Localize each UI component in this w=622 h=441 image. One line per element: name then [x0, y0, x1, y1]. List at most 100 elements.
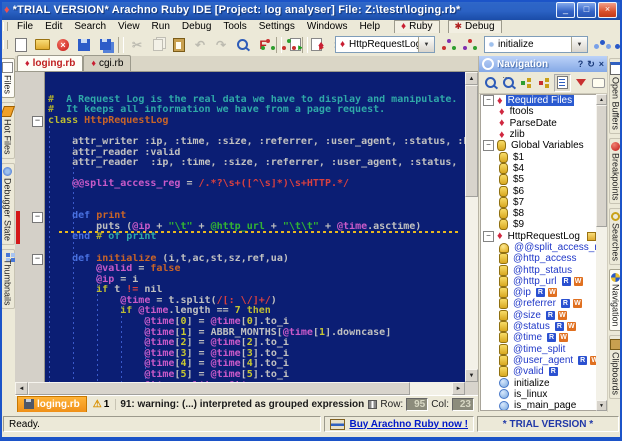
- tree-scroll-thumb[interactable]: [596, 105, 607, 227]
- minimize-button[interactable]: _: [556, 2, 575, 18]
- nav-comments-icon[interactable]: [591, 74, 607, 92]
- nav-find-icon[interactable]: [482, 74, 498, 92]
- code-line[interactable]: attr_reader :valid: [48, 148, 465, 159]
- editor-tab-cgi-rb[interactable]: cgi.rb: [83, 55, 132, 71]
- scroll-right-icon[interactable]: ►: [452, 382, 465, 395]
- tree-item-is-linux[interactable]: is_linux: [481, 389, 596, 400]
- menu-item-settings[interactable]: Settings: [253, 21, 301, 32]
- tree-item-parsedate[interactable]: ParseDate: [481, 118, 596, 129]
- nav-filter-icon[interactable]: [573, 74, 589, 92]
- tree-scrollbar[interactable]: ▲ ▼: [596, 94, 607, 411]
- code-line[interactable]: if @time.length == 7 then: [48, 306, 465, 317]
- tree-item-global-variables[interactable]: − Global Variables: [481, 140, 596, 152]
- menu-item-search[interactable]: Search: [68, 21, 112, 32]
- right-tab-clipboards[interactable]: Clipboards: [608, 334, 622, 399]
- menu-item-debug[interactable]: Debug: [176, 21, 217, 32]
- tree-item-http-status[interactable]: @http_status: [481, 264, 596, 276]
- cut-icon[interactable]: ✂: [127, 35, 147, 55]
- navigation-tree[interactable]: −Required FilesftoolsParseDatezlib−Globa…: [480, 94, 596, 411]
- undo-icon[interactable]: ↶: [190, 35, 210, 55]
- code-line[interactable]: @time = t.split(/[: \/]+/): [48, 296, 465, 307]
- class-tree-icon[interactable]: [258, 35, 278, 55]
- refresh-icon[interactable]: ↻: [587, 59, 595, 70]
- right-tab-open-buffers[interactable]: Open Buffers: [608, 58, 622, 134]
- code-line[interactable]: if t != nil: [48, 285, 465, 296]
- code-line[interactable]: [48, 243, 465, 254]
- buy-link[interactable]: Buy Arachno Ruby now !: [349, 419, 468, 430]
- code-line[interactable]: # A Request Log is the real data we have…: [48, 95, 465, 106]
- menu-item-windows[interactable]: Windows: [301, 21, 354, 32]
- tree-item-valid[interactable]: @valid R: [481, 366, 596, 378]
- tree-item-1[interactable]: $1: [481, 151, 596, 163]
- code-line[interactable]: [48, 126, 465, 137]
- scroll-left-icon[interactable]: ◄: [15, 382, 28, 395]
- code-line[interactable]: @ip = i: [48, 275, 465, 286]
- tree-item-time-split[interactable]: @time_split: [481, 343, 596, 355]
- tree-item-initialize[interactable]: initialize: [481, 377, 596, 389]
- tree-scroll-down-icon[interactable]: ▼: [596, 400, 607, 411]
- editor-vertical-scrollbar[interactable]: ▲ ▼: [465, 72, 478, 382]
- find-icon[interactable]: [232, 35, 252, 55]
- code-line[interactable]: @valid = false: [48, 264, 465, 275]
- editor-horizontal-scrollbar[interactable]: ◄ ►: [15, 382, 465, 395]
- expander-icon[interactable]: −: [483, 230, 494, 242]
- close-panel-icon[interactable]: ×: [599, 59, 604, 70]
- expander-icon[interactable]: −: [483, 95, 494, 107]
- editor-tab-loging-rb[interactable]: loging.rb: [17, 55, 84, 71]
- nav-collapse-all-icon[interactable]: [536, 74, 552, 92]
- nav-find-next-icon[interactable]: [500, 72, 516, 92]
- new-file-icon[interactable]: [11, 35, 31, 55]
- code-line[interactable]: @time[1] = ABBR_MONTHS[@time[1].downcase…: [48, 328, 465, 339]
- nav-expand-all-icon[interactable]: [518, 74, 534, 92]
- tree-item-7[interactable]: $7: [481, 196, 596, 208]
- code-line[interactable]: @time[2] = @time[2].to_i: [48, 338, 465, 349]
- code-line[interactable]: @time[0] = @time[0].to_i: [48, 317, 465, 328]
- tree-item-required-files[interactable]: −Required Files: [481, 95, 596, 107]
- code-line[interactable]: [48, 169, 465, 180]
- left-tab-files[interactable]: Files: [0, 58, 15, 99]
- redo-icon[interactable]: ↷: [211, 35, 231, 55]
- code-line[interactable]: [48, 201, 465, 212]
- code-line[interactable]: attr_writer :ip, :time, :size, :referrer…: [48, 137, 465, 148]
- method-combo-dropdown-icon[interactable]: ▼: [571, 37, 587, 52]
- right-tab-breakpoints[interactable]: Breakpoints: [608, 137, 622, 205]
- menu-item-edit[interactable]: Edit: [39, 21, 68, 32]
- right-tab-searches[interactable]: Searches: [608, 208, 622, 266]
- menu-item-run[interactable]: Run: [146, 21, 176, 32]
- menu-item-view[interactable]: View: [112, 21, 146, 32]
- code-line[interactable]: # It keeps all information we have from …: [48, 105, 465, 116]
- tree-item-httprequestlog[interactable]: − HttpRequestLog: [481, 230, 596, 242]
- class-combo[interactable]: HttpRequestLog▼: [335, 36, 435, 53]
- code-line[interactable]: def print: [48, 211, 465, 222]
- open-file-icon[interactable]: [32, 35, 52, 55]
- method-combo[interactable]: initialize ▼: [484, 36, 588, 53]
- menu-item-file[interactable]: File: [11, 21, 39, 32]
- vertical-scroll-thumb[interactable]: [465, 85, 478, 197]
- tree-item-http-url[interactable]: @http_url R W: [481, 275, 596, 287]
- class-combo-dropdown-icon[interactable]: ▼: [418, 37, 434, 52]
- code-line[interactable]: @time[4] = @time[4].to_i: [48, 359, 465, 370]
- save-all-icon[interactable]: [95, 35, 115, 55]
- code-line[interactable]: @time_split = @time: [48, 381, 465, 382]
- tree-item-zlib[interactable]: zlib: [481, 129, 596, 140]
- horizontal-scroll-thumb[interactable]: [28, 382, 410, 395]
- debug-toolbar-tab[interactable]: Debug: [447, 19, 502, 34]
- menu-grip[interactable]: [3, 22, 8, 31]
- browse-back-icon[interactable]: [592, 35, 612, 55]
- ruby-toolbar-tab[interactable]: Ruby: [394, 19, 440, 34]
- fold-marker-icon[interactable]: [32, 212, 43, 223]
- code-line[interactable]: def initialize (i,t,ac,st,sz,ref,ua): [48, 254, 465, 265]
- fold-marker-icon[interactable]: [32, 254, 43, 265]
- goto-definition-icon[interactable]: [311, 35, 331, 55]
- tree-item-ftools[interactable]: ftools: [481, 106, 596, 117]
- scroll-up-icon[interactable]: ▲: [465, 72, 478, 85]
- nav-details-icon[interactable]: [554, 73, 571, 92]
- hierarchy-icon[interactable]: [439, 35, 459, 55]
- toolbar-grip[interactable]: [3, 40, 8, 49]
- tree-item-time[interactable]: @time R W: [481, 332, 596, 344]
- tree-item-5[interactable]: $5: [481, 174, 596, 186]
- tree-item-status[interactable]: @status R W: [481, 321, 596, 333]
- tree-item-4[interactable]: $4: [481, 162, 596, 174]
- title-bar[interactable]: *TRIAL VERSION* Arachno Ruby IDE [Projec…: [0, 0, 622, 20]
- tree-item-size[interactable]: @size R W: [481, 309, 596, 321]
